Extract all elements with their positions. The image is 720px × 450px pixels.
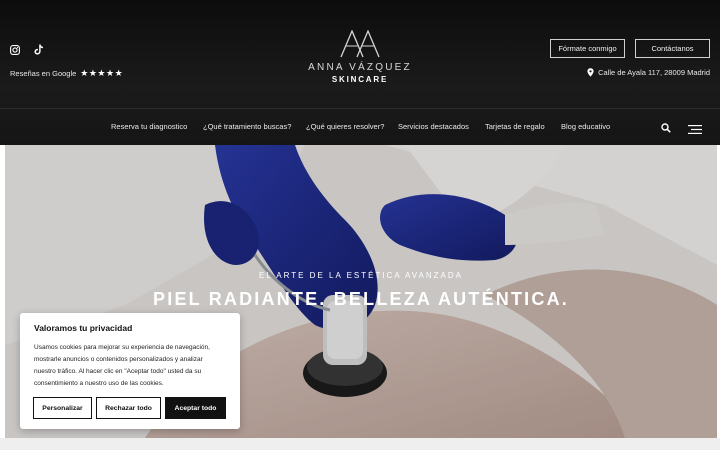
brand-logo[interactable]: ANNA VÁZQUEZ SKINCARE [300, 30, 420, 84]
nav-item-blog[interactable]: Blog educativo [561, 122, 610, 131]
main-nav: Reserva tu diagnostico ¿Qué tratamiento … [0, 109, 720, 145]
logo-monogram-icon [340, 30, 380, 58]
search-icon[interactable] [661, 120, 671, 138]
address-text: Calle de Ayala 117, 28009 Madrid [598, 68, 710, 77]
nav-item-tratamiento[interactable]: ¿Qué tratamiento buscas? [203, 122, 291, 131]
nav-item-tarjetas[interactable]: Tarjetas de regalo [485, 122, 545, 131]
hero-kicker: EL ARTE DE LA ESTÉTICA AVANZADA [259, 271, 463, 280]
cookie-consent-dialog: Valoramos tu privacidad Usamos cookies p… [20, 313, 240, 429]
social-links [10, 44, 44, 55]
logo-name: ANNA VÁZQUEZ [308, 62, 412, 73]
google-reviews[interactable]: Reseñas en Google ★★★★★ [10, 68, 123, 79]
hero-title: PIEL RADIANTE. BELLEZA AUTÉNTICA. [153, 289, 569, 309]
reviews-label: Reseñas en Google [10, 69, 77, 78]
hamburger-menu-icon[interactable] [688, 121, 702, 139]
training-button[interactable]: Fórmate conmigo [550, 39, 625, 58]
address[interactable]: Calle de Ayala 117, 28009 Madrid [587, 68, 710, 77]
nav-item-servicios[interactable]: Servicios destacados [398, 122, 469, 131]
site-header: Reseñas en Google ★★★★★ ANNA VÁZQUEZ SKI… [0, 0, 720, 145]
cookie-description: Usamos cookies para mejorar su experienc… [34, 344, 210, 387]
logo-subtitle: SKINCARE [331, 75, 389, 84]
nav-item-diagnostico[interactable]: Reserva tu diagnostico [111, 122, 187, 131]
accept-all-button[interactable]: Aceptar todo [165, 397, 226, 419]
page-bottom-strip [0, 438, 720, 450]
reject-all-button[interactable]: Rechazar todo [96, 397, 161, 419]
nav-item-resolver[interactable]: ¿Qué quieres resolver? [306, 122, 384, 131]
cookie-title: Valoramos tu privacidad [34, 323, 133, 333]
page: Reseñas en Google ★★★★★ ANNA VÁZQUEZ SKI… [0, 0, 720, 450]
instagram-icon[interactable] [10, 44, 20, 55]
cookie-actions: Personalizar Rechazar todo Aceptar todo [33, 397, 226, 419]
customize-button[interactable]: Personalizar [33, 397, 92, 419]
location-pin-icon [587, 68, 594, 77]
star-rating-icon: ★★★★★ [80, 68, 124, 78]
tiktok-icon[interactable] [34, 44, 44, 55]
contact-button[interactable]: Contáctanos [635, 39, 710, 58]
